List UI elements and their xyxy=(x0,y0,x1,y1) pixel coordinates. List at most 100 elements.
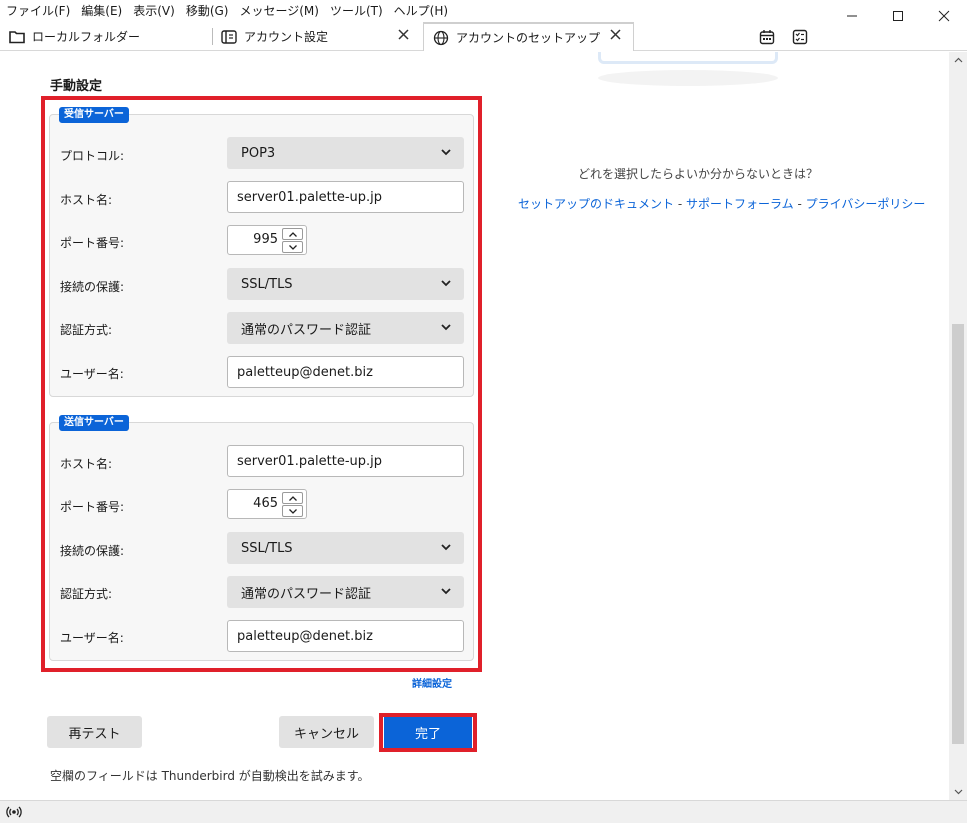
tab-separator xyxy=(212,28,213,45)
setup-docs-link[interactable]: セットアップのドキュメント xyxy=(518,197,674,211)
online-status-icon[interactable] xyxy=(6,804,22,820)
outgoing-auth-value: 通常のパスワード認証 xyxy=(241,586,372,602)
protocol-select[interactable]: POP3 xyxy=(227,137,464,169)
scroll-down-button[interactable] xyxy=(949,784,967,800)
tab-close-button[interactable] xyxy=(610,28,621,44)
menu-view[interactable]: 表示(V) xyxy=(127,0,180,22)
chevron-up-icon xyxy=(954,57,962,63)
protocol-value: POP3 xyxy=(241,145,276,161)
outgoing-auth-select[interactable]: 通常のパスワード認証 xyxy=(227,576,464,608)
done-button-label: 完了 xyxy=(414,727,441,742)
cancel-button[interactable]: キャンセル xyxy=(279,716,374,748)
support-forum-link[interactable]: サポートフォーラム xyxy=(686,197,794,211)
chevron-down-icon xyxy=(288,508,297,514)
decrement-button[interactable] xyxy=(282,241,303,253)
incoming-server-legend: 受信サーバー xyxy=(59,107,129,123)
outgoing-port-label: ポート番号: xyxy=(60,500,125,514)
menu-message[interactable]: メッセージ(M) xyxy=(233,0,323,22)
close-icon xyxy=(398,29,409,40)
cancel-button-label: キャンセル xyxy=(293,726,359,742)
decrement-button[interactable] xyxy=(282,505,303,517)
incoming-hostname-label: ホスト名: xyxy=(60,193,113,207)
outgoing-hostname-value: server01.palette-up.jp xyxy=(237,453,383,469)
tasks-button[interactable] xyxy=(790,27,810,47)
chevron-down-icon xyxy=(441,544,451,551)
outgoing-security-value: SSL/TLS xyxy=(241,540,293,556)
maximize-icon xyxy=(893,11,903,21)
menu-help[interactable]: ヘルプ(H) xyxy=(388,0,453,22)
help-links: セットアップのドキュメント - サポートフォーラム - プライバシーポリシー xyxy=(518,195,925,212)
autodetect-note: 空欄のフィールドは Thunderbird が自動検出を試みます。 xyxy=(50,769,370,783)
page-title: 手動設定 xyxy=(50,79,103,94)
chevron-down-icon xyxy=(441,588,451,595)
outgoing-port-stepper[interactable]: 465 xyxy=(227,489,307,519)
outgoing-username-value: paletteup@denet.biz xyxy=(237,628,373,644)
tab-strip: ローカルフォルダー アカウント設定 アカウントのセットアップ xyxy=(0,22,967,51)
preview-shadow xyxy=(598,70,778,86)
scroll-up-button[interactable] xyxy=(949,52,967,68)
outgoing-hostname-input[interactable]: server01.palette-up.jp xyxy=(227,445,464,477)
calendar-icon xyxy=(759,30,775,45)
scroll-thumb[interactable] xyxy=(952,324,964,744)
tasks-icon xyxy=(792,29,808,45)
incoming-username-input[interactable]: paletteup@denet.biz xyxy=(227,356,464,388)
menu-go[interactable]: 移動(G) xyxy=(180,0,234,22)
minimize-icon xyxy=(847,15,857,17)
incoming-username-value: paletteup@denet.biz xyxy=(237,364,373,380)
outgoing-username-input[interactable]: paletteup@denet.biz xyxy=(227,620,464,652)
link-separator: - xyxy=(674,197,686,211)
chevron-up-icon xyxy=(288,495,297,501)
status-bar xyxy=(0,800,967,823)
link-separator: - xyxy=(793,197,806,211)
chevron-down-icon xyxy=(441,280,451,287)
chevron-down-icon xyxy=(954,789,962,795)
chevron-down-icon xyxy=(441,149,451,156)
chevron-up-icon xyxy=(288,231,297,237)
close-icon xyxy=(938,10,950,22)
calendar-button[interactable] xyxy=(757,27,777,47)
tab-account-setup[interactable]: アカウントのセットアップ xyxy=(423,22,634,51)
incoming-security-value: SSL/TLS xyxy=(241,276,293,292)
globe-icon xyxy=(432,29,450,47)
incoming-username-label: ユーザー名: xyxy=(60,367,124,381)
tab-close-button[interactable] xyxy=(398,28,409,44)
chevron-down-icon xyxy=(441,324,451,331)
incoming-auth-select[interactable]: 通常のパスワード認証 xyxy=(227,312,464,344)
done-button[interactable]: 完了 xyxy=(384,717,472,748)
menu-file[interactable]: ファイル(F) xyxy=(0,0,75,22)
advanced-settings-link[interactable]: 詳細設定 xyxy=(412,675,452,690)
retest-button[interactable]: 再テスト xyxy=(47,716,142,748)
settings-page-icon xyxy=(220,28,238,46)
preview-card xyxy=(598,52,778,64)
increment-button[interactable] xyxy=(282,228,303,240)
retest-button-label: 再テスト xyxy=(68,726,121,742)
menu-edit[interactable]: 編集(E) xyxy=(75,0,127,22)
outgoing-server-legend: 送信サーバー xyxy=(59,415,129,431)
tab-label: アカウントのセットアップ xyxy=(456,31,601,45)
increment-button[interactable] xyxy=(282,492,303,504)
incoming-port-stepper[interactable]: 995 xyxy=(227,225,307,255)
tab-account-settings[interactable]: アカウント設定 xyxy=(220,22,420,51)
privacy-policy-link[interactable]: プライバシーポリシー xyxy=(806,197,926,211)
outgoing-auth-label: 認証方式: xyxy=(60,587,113,601)
tab-label: ローカルフォルダー xyxy=(32,30,141,44)
outgoing-security-label: 接続の保護: xyxy=(60,544,125,558)
incoming-hostname-input[interactable]: server01.palette-up.jp xyxy=(227,181,464,213)
tab-label: アカウント設定 xyxy=(244,30,329,44)
vertical-scrollbar[interactable] xyxy=(949,52,967,800)
outgoing-security-select[interactable]: SSL/TLS xyxy=(227,532,464,564)
menu-tools[interactable]: ツール(T) xyxy=(324,0,388,22)
incoming-hostname-value: server01.palette-up.jp xyxy=(237,189,383,205)
chevron-down-icon xyxy=(288,244,297,250)
incoming-auth-value: 通常のパスワード認証 xyxy=(241,322,372,338)
incoming-security-select[interactable]: SSL/TLS xyxy=(227,268,464,300)
protocol-label: プロトコル: xyxy=(60,149,125,163)
tab-local-folders[interactable]: ローカルフォルダー xyxy=(8,22,208,51)
folder-icon xyxy=(8,28,26,46)
close-icon xyxy=(610,29,621,40)
outgoing-port-value: 465 xyxy=(253,496,278,511)
menu-bar: ファイル(F) 編集(E) 表示(V) 移動(G) メッセージ(M) ツール(T… xyxy=(0,0,967,22)
incoming-port-value: 995 xyxy=(253,232,278,247)
account-setup-page: 手動設定 受信サーバー プロトコル: POP3 ホスト名: server01.p… xyxy=(0,52,949,800)
outgoing-hostname-label: ホスト名: xyxy=(60,457,113,471)
